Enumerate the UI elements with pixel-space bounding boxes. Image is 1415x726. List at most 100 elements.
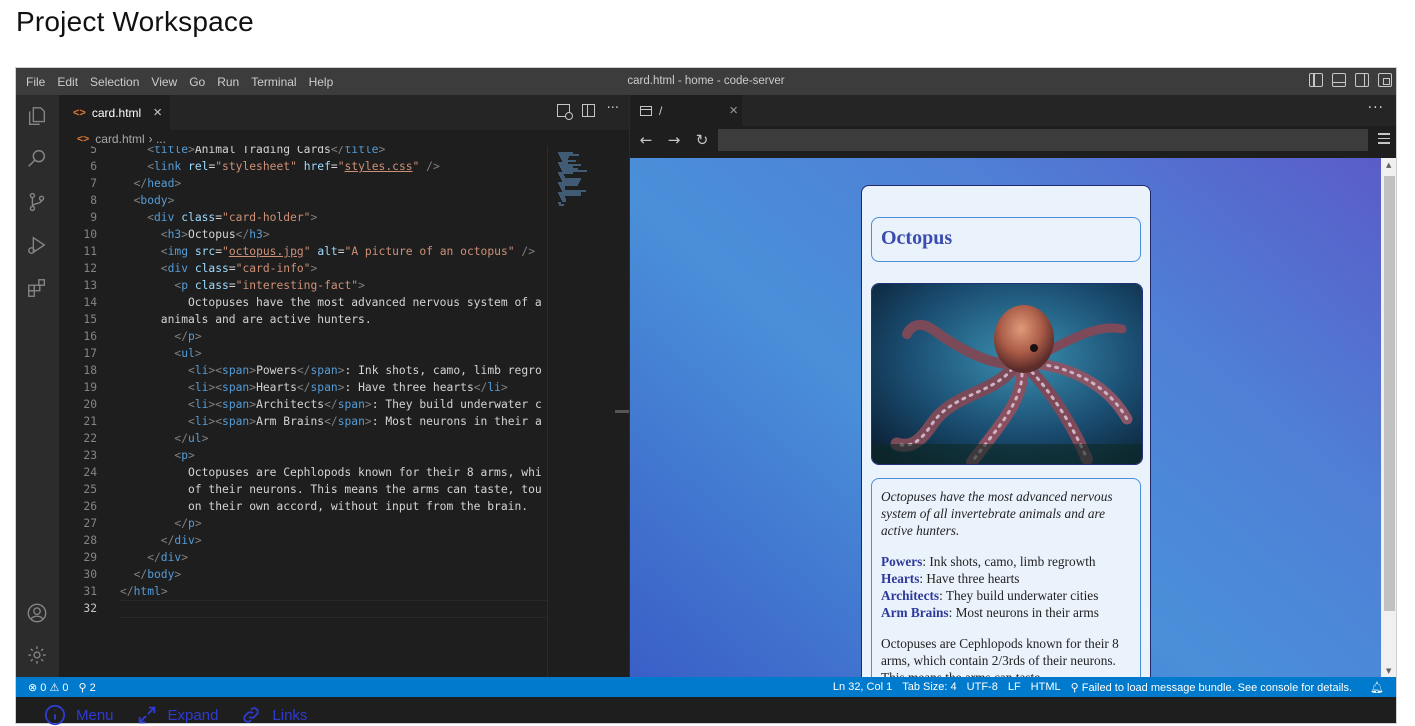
close-icon[interactable]: ×	[153, 104, 162, 121]
code-line[interactable]: 22 </ul>	[59, 430, 547, 447]
language-mode[interactable]: HTML	[1031, 681, 1061, 693]
cursor-position[interactable]: Ln 32, Col 1	[833, 681, 892, 693]
code-line[interactable]: 9 <div class="card-holder">	[59, 209, 547, 226]
toggle-primary-sidebar-icon[interactable]	[1309, 73, 1323, 87]
code-line[interactable]: 16 </p>	[59, 328, 547, 345]
bell-icon[interactable]: 🔔︎	[1370, 681, 1384, 694]
run-debug-icon[interactable]	[26, 234, 48, 256]
extensions-icon[interactable]	[26, 277, 48, 299]
menu-run[interactable]: Run	[211, 75, 245, 89]
close-icon[interactable]: ×	[729, 102, 738, 119]
menu-view[interactable]: View	[145, 75, 183, 89]
menu-go[interactable]: Go	[183, 75, 211, 89]
code-line[interactable]: 20 <li><span>Architects</span>: They buil…	[59, 396, 547, 413]
tab-card-html[interactable]: <> card.html ×	[59, 95, 170, 130]
code-line[interactable]: 27 </p>	[59, 515, 547, 532]
settings-gear-icon[interactable]	[26, 644, 48, 666]
breadcrumb-rest[interactable]: › ...	[149, 132, 166, 146]
encoding[interactable]: UTF-8	[967, 681, 998, 693]
code-line[interactable]: 5 <title>Animal Trading Cards</title>	[59, 146, 547, 158]
menu-file[interactable]: File	[16, 75, 51, 89]
open-preview-icon[interactable]	[556, 104, 573, 120]
code-line[interactable]: 17 <ul>	[59, 345, 547, 362]
code-line[interactable]: 26 on their own accord, without input fro…	[59, 498, 547, 515]
code-line[interactable]: 13 <p class="interesting-fact">	[59, 277, 547, 294]
line-number: 5	[90, 146, 97, 156]
code-line[interactable]: 8 <body>	[59, 192, 547, 209]
url-input[interactable]	[718, 129, 1368, 151]
browser-tab[interactable]: / ×	[630, 95, 742, 126]
end-of-line[interactable]: LF	[1008, 681, 1021, 693]
breadcrumb-file[interactable]: card.html	[95, 132, 144, 146]
code-line[interactable]: 10 <h3>Octopus</h3>	[59, 226, 547, 243]
more-actions-icon[interactable]: ···	[607, 101, 619, 117]
editor-tab-bar: <> card.html × ···	[59, 95, 629, 130]
scrollbar-thumb[interactable]	[1384, 176, 1395, 611]
minimap[interactable]	[547, 146, 629, 677]
line-number: 22	[83, 432, 97, 445]
code-line[interactable]: 25 of their neurons. This means the arms …	[59, 481, 547, 498]
code-text: of their neurons. This means the arms ca…	[188, 483, 542, 496]
code-line[interactable]: 31 </html>	[59, 583, 547, 600]
customize-layout-icon[interactable]	[1378, 73, 1392, 87]
menu-link-label: Menu	[76, 706, 114, 724]
code-text: Octopuses have the most advanced nervous…	[188, 296, 542, 309]
tab-size[interactable]: Tab Size: 4	[902, 681, 956, 693]
menu-icon[interactable]	[1378, 133, 1390, 145]
status-message[interactable]: ⚲ Failed to load message bundle. See con…	[1071, 681, 1352, 694]
code-line[interactable]: 24 Octopuses are Cephlopods known for the…	[59, 464, 547, 481]
code-editor[interactable]: 5 <title>Animal Trading Cards</title> 6 <li…	[59, 146, 547, 677]
code-line[interactable]: 29 </div>	[59, 549, 547, 566]
list-item: Hearts: Have three hearts	[881, 570, 1131, 587]
code-line[interactable]: 18 <li><span>Powers</span>: Ink shots, ca…	[59, 362, 547, 379]
search-icon[interactable]	[26, 147, 48, 169]
code-line[interactable]: 7 </head>	[59, 175, 547, 192]
problems-status[interactable]: ⊗ 0 ⚠ 0	[28, 681, 69, 694]
window-title: card.html - home - code-server	[627, 75, 785, 87]
back-arrow-icon[interactable]: ←	[632, 131, 660, 149]
line-number: 20	[83, 398, 97, 411]
fact-value: : Have three hearts	[919, 571, 1020, 586]
menu-help[interactable]: Help	[303, 75, 340, 89]
menu-selection[interactable]: Selection	[84, 75, 145, 89]
code-line[interactable]: 23 <p>	[59, 447, 547, 464]
code-line[interactable]: 6 <link rel="stylesheet" href="styles.css…	[59, 158, 547, 175]
expand-link[interactable]: Expand	[136, 704, 218, 726]
facts-list: Powers: Ink shots, camo, limb regrowth H…	[881, 553, 1131, 621]
code-line[interactable]: 15 animals and are active hunters.	[59, 311, 547, 328]
more-actions-icon[interactable]: ···	[1368, 100, 1384, 116]
links-link[interactable]: Links	[240, 704, 307, 726]
forward-arrow-icon[interactable]: →	[660, 131, 688, 149]
code-line[interactable]: 21 <li><span>Arm Brains</span>: Most neur…	[59, 413, 547, 430]
line-number: 11	[83, 245, 97, 258]
toggle-panel-icon[interactable]	[1332, 73, 1346, 87]
fact-value: : They build underwater cities	[939, 588, 1099, 603]
split-editor-icon[interactable]	[581, 104, 595, 117]
ports-status[interactable]: ⚲ 2	[79, 681, 96, 694]
code-line[interactable]: 11 <img src="octopus.jpg" alt="A picture …	[59, 243, 547, 260]
minimap-scrollbar[interactable]	[615, 410, 629, 413]
code-line[interactable]: 12 <div class="card-info">	[59, 260, 547, 277]
fact-key: Architects	[881, 588, 940, 603]
files-icon[interactable]	[26, 105, 48, 127]
code-line[interactable]: 30 </body>	[59, 566, 547, 583]
account-icon[interactable]	[26, 602, 48, 624]
toggle-secondary-sidebar-icon[interactable]	[1355, 73, 1369, 87]
reload-icon[interactable]: ↻	[688, 131, 716, 149]
code-text: </body>	[133, 568, 182, 581]
source-control-icon[interactable]	[26, 191, 48, 213]
menu-terminal[interactable]: Terminal	[245, 75, 302, 89]
menu-edit[interactable]: Edit	[51, 75, 84, 89]
code-line[interactable]: 14 Octopuses have the most advanced nervo…	[59, 294, 547, 311]
browser-scrollbar[interactable]: ▲ ▼	[1381, 158, 1396, 677]
code-line[interactable]: 32	[59, 600, 547, 617]
interesting-fact: Octopuses have the most advanced nervous…	[881, 489, 1113, 538]
code-line[interactable]: 19 <li><span>Hearts</span>: Have three he…	[59, 379, 547, 396]
code-line[interactable]: 28 </div>	[59, 532, 547, 549]
menu-link[interactable]: Menu	[44, 704, 114, 726]
status-message-text: Failed to load message bundle. See conso…	[1081, 681, 1353, 694]
scroll-up-icon[interactable]: ▲	[1386, 161, 1391, 169]
code-text: <title>Animal Trading Cards</title>	[147, 146, 386, 156]
scroll-down-icon[interactable]: ▼	[1386, 667, 1391, 675]
code-text: <li><span>Hearts</span>: Have three hear…	[188, 381, 508, 394]
